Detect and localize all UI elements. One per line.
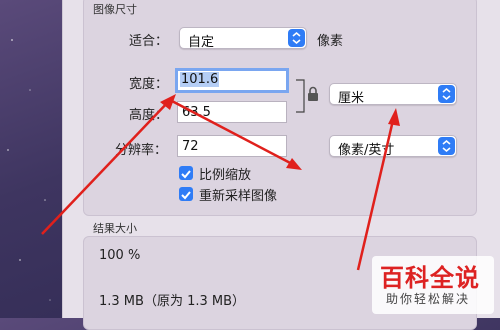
resolution-label: 分辨率：	[115, 143, 168, 158]
result-section-title: 结果大小	[93, 222, 137, 235]
chevron-up-down-icon	[438, 137, 455, 155]
checkmark-icon	[181, 191, 191, 200]
watermark-subtitle: 助你轻松解决	[386, 292, 471, 306]
image-size-section-title: 图像尺寸	[93, 3, 137, 16]
watermark: 百科全说 助你轻松解决	[372, 256, 494, 314]
fit-unit-label: 像素	[317, 34, 344, 49]
width-label: 宽度：	[129, 77, 169, 92]
fit-popup[interactable]: 自定	[179, 27, 307, 50]
scale-proportionally-label: 比例缩放	[199, 168, 252, 183]
result-size: 1.3 MB（原为 1.3 MB）	[99, 294, 246, 309]
chevron-up-down-icon	[288, 29, 305, 47]
checkmark-icon	[181, 170, 191, 179]
resample-label: 重新采样图像	[199, 189, 278, 204]
fit-popup-value: 自定	[188, 35, 215, 50]
lock-icon[interactable]	[306, 86, 320, 102]
length-unit-popup[interactable]: 厘米	[329, 83, 457, 106]
result-percent: 100 %	[99, 248, 141, 263]
height-label: 高度：	[129, 108, 169, 123]
chevron-up-down-icon	[438, 85, 455, 103]
width-input[interactable]: 101.6	[175, 68, 289, 93]
resolution-unit-value: 像素/英寸	[338, 143, 395, 158]
fit-label: 适合：	[129, 34, 169, 49]
scale-proportionally-checkbox[interactable]	[179, 166, 193, 180]
resolution-unit-popup[interactable]: 像素/英寸	[329, 135, 457, 158]
watermark-title: 百科全说	[380, 264, 480, 292]
resolution-input-value: 72	[182, 139, 199, 154]
width-input-value: 101.6	[180, 72, 220, 87]
height-input[interactable]: 63.5	[177, 101, 287, 123]
height-input-value: 63.5	[182, 105, 211, 120]
length-unit-value: 厘米	[338, 91, 365, 106]
resample-checkbox[interactable]	[179, 187, 193, 201]
resolution-input[interactable]: 72	[177, 135, 287, 157]
